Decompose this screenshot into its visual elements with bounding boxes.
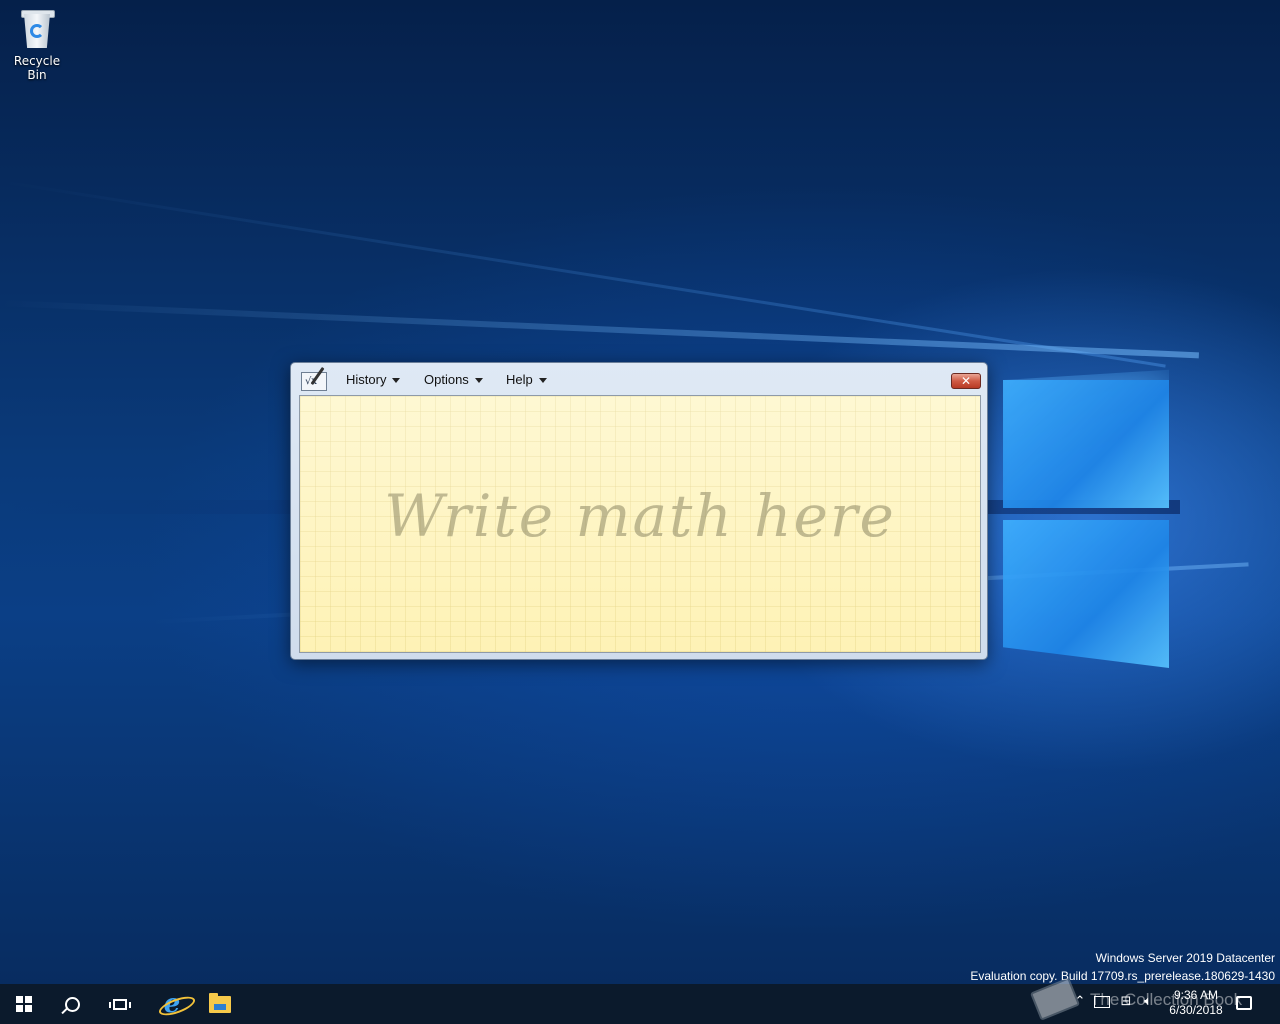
overlay-watermark: The Collection Book xyxy=(1090,990,1243,1009)
menu-help-label: Help xyxy=(506,372,533,387)
start-button[interactable] xyxy=(0,984,48,1024)
chevron-down-icon xyxy=(538,378,547,384)
wallpaper-light-beam xyxy=(0,300,1199,359)
edition-watermark: Windows Server 2019 Datacenter xyxy=(1095,951,1275,965)
windows-logo-pane xyxy=(1003,380,1169,508)
wallpaper-light-beam xyxy=(0,180,1166,368)
close-button[interactable]: ✕ xyxy=(951,373,981,389)
task-view-icon xyxy=(109,998,131,1010)
file-explorer-button[interactable] xyxy=(196,984,244,1024)
menu-history-label: History xyxy=(346,372,387,387)
search-icon xyxy=(64,996,80,1012)
desktop-icon-label: Recycle Bin xyxy=(13,54,61,82)
menu-history[interactable]: History xyxy=(346,372,401,387)
windows-start-icon xyxy=(16,996,32,1012)
task-view-button[interactable] xyxy=(96,984,144,1024)
search-button[interactable] xyxy=(48,984,96,1024)
menu-help[interactable]: Help xyxy=(506,372,547,387)
math-input-panel-window[interactable]: √x History Options Help ✕ Write math her… xyxy=(290,362,988,660)
taskbar: e ⌃ ⊟ 🔈︎ 9:36 AM 6/30/2018 xyxy=(0,984,1280,1024)
menu-options[interactable]: Options xyxy=(424,372,483,387)
canvas-hint: Write math here xyxy=(384,482,896,550)
close-icon: ✕ xyxy=(960,374,972,388)
menu-options-label: Options xyxy=(424,372,469,387)
internet-explorer-icon: e xyxy=(156,989,197,1020)
desktop-icon-recycle-bin[interactable]: Recycle Bin xyxy=(4,8,70,82)
chevron-down-icon xyxy=(392,378,401,384)
windows-logo-pane xyxy=(1003,520,1169,668)
file-explorer-icon xyxy=(209,992,231,1013)
math-input-panel-icon[interactable]: √x xyxy=(301,366,328,391)
internet-explorer-button[interactable]: e xyxy=(148,984,197,1024)
book-logo xyxy=(1028,976,1084,1022)
writing-area[interactable]: Write math here xyxy=(299,395,981,653)
recycle-bin-icon xyxy=(18,8,56,50)
build-watermark: Evaluation copy. Build 17709.rs_prerelea… xyxy=(970,969,1275,983)
chevron-down-icon xyxy=(474,378,483,384)
